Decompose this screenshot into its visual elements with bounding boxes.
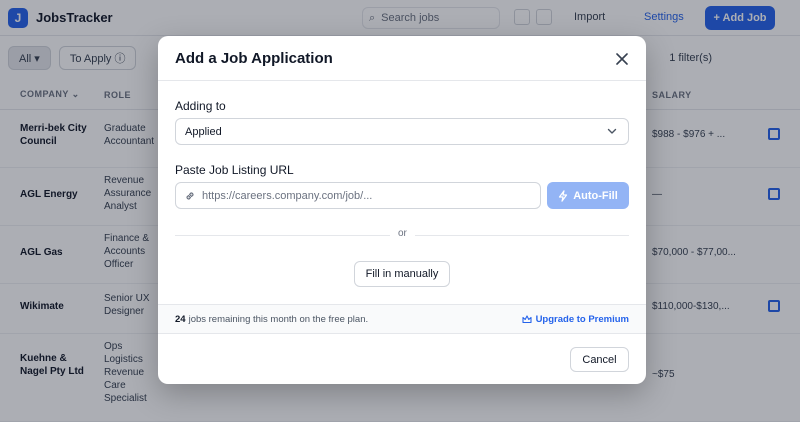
fill-manually-button[interactable]: Fill in manually	[354, 261, 450, 287]
upgrade-premium-link[interactable]: Upgrade to Premium	[522, 314, 629, 325]
close-icon	[616, 53, 628, 65]
or-text: or	[390, 228, 415, 239]
dialog-header: Add a Job Application	[158, 36, 646, 81]
chevron-down-icon	[607, 128, 617, 134]
adding-to-label: Adding to	[175, 99, 226, 113]
url-label: Paste Job Listing URL	[175, 163, 294, 177]
plan-info-bar: 24 jobs remaining this month on the free…	[158, 304, 646, 334]
jobs-remaining-text: jobs remaining this month on the free pl…	[188, 313, 369, 325]
auto-fill-button[interactable]: Auto-Fill	[547, 182, 629, 209]
url-placeholder: https://careers.company.com/job/...	[202, 189, 373, 202]
adding-to-value: Applied	[185, 125, 222, 138]
link-icon	[186, 192, 194, 200]
auto-fill-label: Auto-Fill	[573, 189, 618, 202]
lightning-icon	[559, 189, 568, 202]
adding-to-select[interactable]: Applied	[175, 118, 629, 145]
job-url-input[interactable]: https://careers.company.com/job/...	[175, 182, 541, 209]
add-job-dialog: Add a Job Application Adding to Applied …	[158, 36, 646, 384]
upgrade-label: Upgrade to Premium	[535, 314, 629, 325]
crown-icon	[522, 315, 532, 324]
cancel-button[interactable]: Cancel	[570, 347, 629, 372]
close-button[interactable]	[612, 49, 632, 69]
jobs-remaining-count: 24	[175, 313, 186, 325]
dialog-title: Add a Job Application	[175, 49, 333, 67]
